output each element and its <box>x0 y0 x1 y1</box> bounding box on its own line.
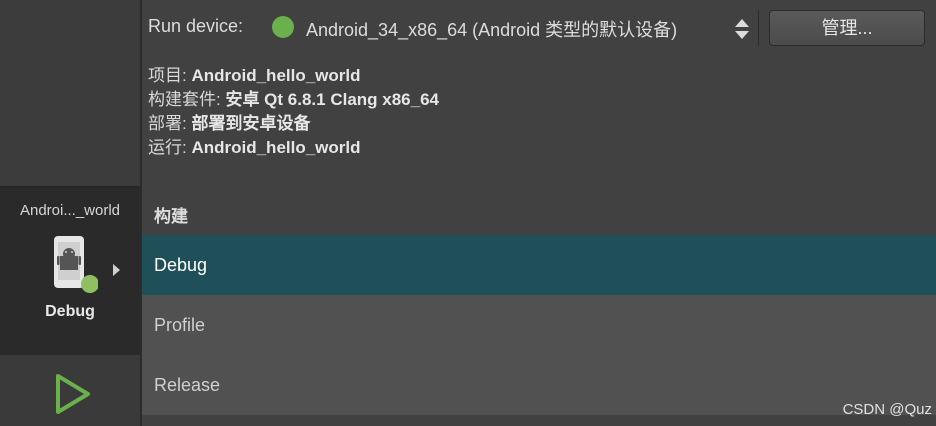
kit-selector[interactable]: Androi..._world Debug <box>0 188 140 355</box>
sidebar-top-area <box>0 0 140 186</box>
target-selector-panel: Run device: Android_34_x86_64 (Android 类… <box>142 0 936 426</box>
sidebar-project-name: Androi..._world <box>19 202 121 219</box>
build-config-list: Debug Profile Release <box>142 235 936 415</box>
expand-arrow-icon[interactable] <box>113 264 120 276</box>
info-kit: 构建套件: 安卓 Qt 6.8.1 Clang x86_64 <box>148 90 439 109</box>
build-item-profile[interactable]: Profile <box>142 295 936 355</box>
sidebar-build-config: Debug <box>45 303 95 320</box>
run-device-combo[interactable]: Android_34_x86_64 (Android 类型的默认设备) <box>306 16 677 42</box>
device-status-dot <box>272 16 294 38</box>
project-value: Android_hello_world <box>191 66 361 85</box>
build-item-debug[interactable]: Debug <box>142 235 936 295</box>
info-run: 运行: Android_hello_world <box>148 138 361 157</box>
mode-sidebar: Androi..._world Debug <box>0 0 140 426</box>
build-item-release[interactable]: Release <box>142 355 936 415</box>
info-project: 项目: Android_hello_world <box>148 66 361 85</box>
info-deploy: 部署: 部署到安卓设备 <box>148 114 311 133</box>
run-device-label: Run device: <box>148 16 244 36</box>
run-triangle-icon[interactable] <box>50 372 94 416</box>
manage-button[interactable]: 管理... <box>769 10 925 46</box>
run-value: Android_hello_world <box>191 138 361 157</box>
watermark: CSDN @Quz <box>842 401 932 418</box>
target-info: 项目: Android_hello_world 构建套件: 安卓 Qt 6.8.… <box>148 64 439 160</box>
combo-updown-icon[interactable] <box>732 16 752 42</box>
build-section-header: 构建 <box>154 207 188 226</box>
deploy-value: 部署到安卓设备 <box>191 114 311 133</box>
run-device-row: Run device: Android_34_x86_64 (Android 类… <box>142 6 936 48</box>
kit-value: 安卓 Qt 6.8.1 Clang x86_64 <box>225 90 439 109</box>
divider <box>758 10 759 46</box>
android-phone-icon <box>54 236 98 293</box>
